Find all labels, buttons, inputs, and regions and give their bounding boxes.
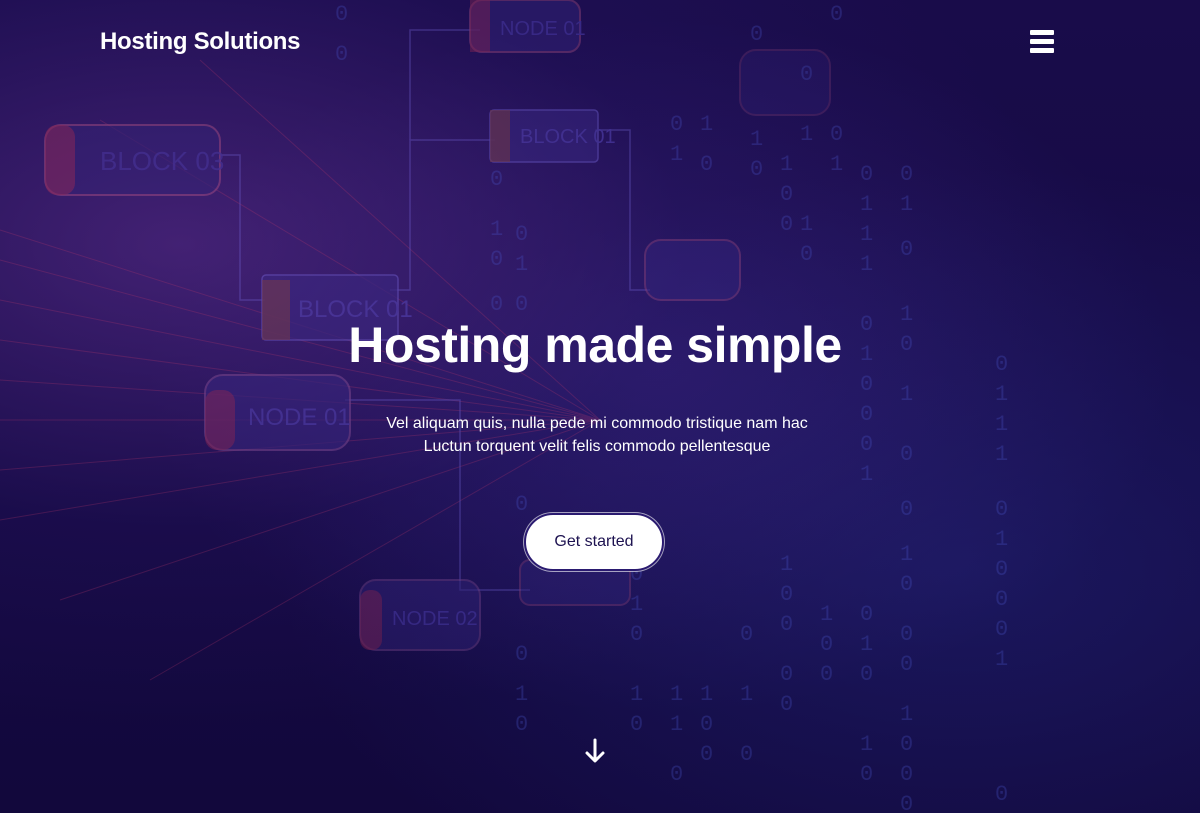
svg-text:1: 1	[670, 682, 683, 707]
svg-text:0: 0	[515, 492, 528, 517]
svg-text:0: 0	[700, 152, 713, 177]
hero-subtitle: Vel aliquam quis, nulla pede mi commodo …	[386, 415, 808, 455]
svg-text:0: 0	[900, 572, 913, 597]
menu-bar	[1030, 48, 1054, 53]
brand-logo[interactable]: Hosting Solutions	[100, 28, 301, 56]
svg-text:0: 0	[900, 762, 913, 787]
svg-text:0: 0	[630, 622, 643, 647]
svg-text:1: 1	[995, 647, 1008, 672]
svg-text:0: 0	[700, 742, 713, 767]
svg-text:0: 0	[740, 622, 753, 647]
svg-text:0: 0	[800, 242, 813, 267]
arrow-down-icon[interactable]	[583, 738, 607, 766]
bg-label: BLOCK 01	[520, 126, 616, 148]
svg-text:1: 1	[860, 462, 873, 487]
svg-text:0: 0	[515, 222, 528, 247]
svg-text:1: 1	[900, 702, 913, 727]
svg-text:1: 1	[860, 222, 873, 247]
svg-text:0: 0	[860, 602, 873, 627]
svg-text:0: 0	[900, 497, 913, 522]
svg-text:0: 0	[490, 247, 503, 272]
svg-text:0: 0	[820, 662, 833, 687]
svg-text:0: 0	[700, 712, 713, 737]
svg-text:0: 0	[860, 762, 873, 787]
svg-text:1: 1	[900, 192, 913, 217]
svg-text:0: 0	[780, 692, 793, 717]
hero-section: BLOCK 03 BLOCK 01 BLOCK 01 NODE 01 NODE …	[0, 0, 1200, 813]
svg-text:0: 0	[900, 162, 913, 187]
svg-text:0: 0	[995, 497, 1008, 522]
svg-text:0: 0	[995, 587, 1008, 612]
svg-text:0: 0	[860, 662, 873, 687]
svg-text:1: 1	[750, 127, 763, 152]
svg-text:1: 1	[830, 152, 843, 177]
svg-text:0: 0	[780, 612, 793, 637]
hero-title: Hosting made simple	[348, 317, 842, 373]
get-started-button[interactable]: Get started	[524, 513, 664, 571]
svg-text:0: 0	[820, 632, 833, 657]
svg-text:1: 1	[800, 212, 813, 237]
svg-text:1: 1	[515, 682, 528, 707]
svg-text:1: 1	[780, 152, 793, 177]
svg-text:0: 0	[780, 582, 793, 607]
svg-text:0: 0	[860, 162, 873, 187]
svg-text:1: 1	[670, 142, 683, 167]
menu-bar	[1030, 30, 1054, 35]
svg-text:1: 1	[700, 682, 713, 707]
bg-label: BLOCK 03	[100, 146, 224, 176]
svg-text:1: 1	[860, 252, 873, 277]
svg-text:0: 0	[515, 642, 528, 667]
svg-text:0: 0	[995, 617, 1008, 642]
svg-text:0: 0	[490, 167, 503, 192]
svg-text:0: 0	[900, 732, 913, 757]
svg-text:1: 1	[740, 682, 753, 707]
navbar: Hosting Solutions	[0, 0, 1200, 90]
svg-text:1: 1	[800, 122, 813, 147]
svg-text:1: 1	[490, 217, 503, 242]
svg-text:0: 0	[740, 742, 753, 767]
svg-text:0: 0	[995, 782, 1008, 807]
svg-text:0: 0	[515, 712, 528, 737]
svg-text:1: 1	[515, 252, 528, 277]
svg-text:1: 1	[860, 192, 873, 217]
svg-text:0: 0	[750, 157, 763, 182]
hamburger-menu-icon[interactable]	[1030, 30, 1055, 57]
svg-text:1: 1	[860, 732, 873, 757]
svg-text:0: 0	[670, 762, 683, 787]
svg-text:1: 1	[995, 527, 1008, 552]
svg-text:0: 0	[900, 652, 913, 677]
svg-text:1: 1	[630, 592, 643, 617]
svg-text:0: 0	[995, 557, 1008, 582]
svg-text:0: 0	[900, 622, 913, 647]
svg-text:0: 0	[780, 182, 793, 207]
svg-text:1: 1	[670, 712, 683, 737]
svg-text:1: 1	[630, 682, 643, 707]
svg-text:0: 0	[630, 712, 643, 737]
svg-text:1: 1	[700, 112, 713, 137]
svg-text:0: 0	[780, 662, 793, 687]
svg-text:0: 0	[900, 237, 913, 262]
svg-text:0: 0	[830, 122, 843, 147]
bg-label: NODE 02	[392, 608, 478, 630]
svg-text:0: 0	[900, 792, 913, 813]
svg-text:0: 0	[670, 112, 683, 137]
svg-text:1: 1	[820, 602, 833, 627]
svg-text:1: 1	[900, 542, 913, 567]
menu-bar	[1030, 39, 1054, 44]
svg-text:1: 1	[860, 632, 873, 657]
svg-text:0: 0	[780, 212, 793, 237]
hero-content: Hosting made simple Vel aliquam quis, nu…	[0, 310, 1200, 458]
svg-text:1: 1	[780, 552, 793, 577]
